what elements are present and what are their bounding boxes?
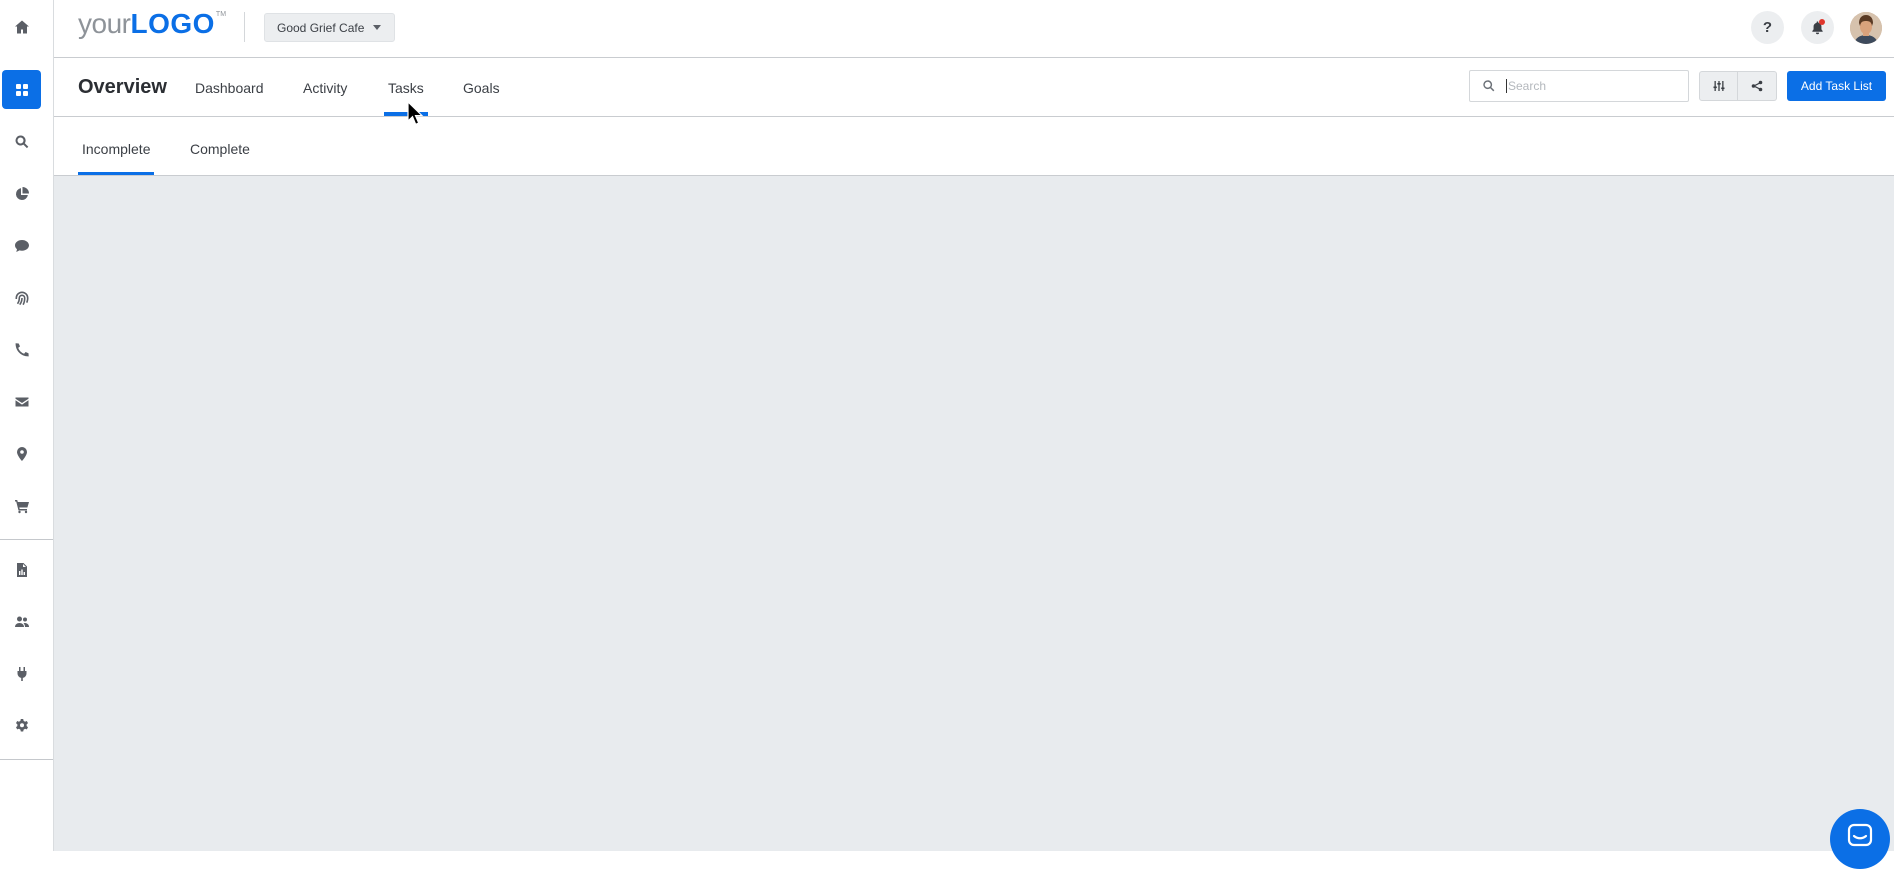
plug-icon: [17, 667, 26, 681]
tab-activity[interactable]: Activity: [303, 80, 347, 96]
notifications-button[interactable]: [1801, 11, 1834, 44]
rail-documents[interactable]: [0, 550, 43, 590]
brand-logo[interactable]: your LOGO TM: [78, 8, 226, 40]
add-task-list-button[interactable]: Add Task List: [1787, 71, 1886, 101]
report-file-icon: [16, 563, 27, 577]
logo-divider: [244, 12, 245, 42]
active-subtab-indicator: [78, 172, 154, 175]
phone-icon: [15, 343, 29, 357]
rail-divider: [0, 759, 53, 760]
chat-icon: [14, 240, 29, 252]
active-tab-indicator: [384, 112, 428, 116]
user-avatar-icon: [1850, 12, 1882, 44]
task-status-tabs: Incomplete Complete: [54, 117, 1894, 176]
tab-complete[interactable]: Complete: [190, 141, 250, 157]
search-icon: [15, 135, 28, 149]
home-icon: [14, 20, 29, 34]
fingerprint-icon: [15, 291, 28, 306]
top-bar: your LOGO TM Good Grief Cafe ?: [54, 0, 1894, 58]
main-content: [54, 176, 1894, 851]
rail-email[interactable]: [0, 382, 43, 422]
users-icon: [14, 616, 29, 627]
search-input[interactable]: [1506, 79, 1676, 93]
left-nav-rail: [0, 0, 54, 851]
business-select[interactable]: Good Grief Cafe: [264, 13, 396, 42]
avatar[interactable]: [1850, 12, 1882, 44]
caret-down-icon: [373, 25, 382, 30]
rail-home[interactable]: [0, 7, 43, 47]
sliders-icon: [1713, 81, 1724, 91]
rail-identity[interactable]: [0, 278, 43, 318]
chat-bubble-icon: [1847, 823, 1873, 847]
rail-calls[interactable]: [0, 330, 43, 370]
rail-divider: [0, 539, 53, 540]
business-select-label: Good Grief Cafe: [277, 20, 365, 35]
page-nav-bar: Overview Dashboard Activity Tasks Goals …: [54, 58, 1894, 117]
rail-locations[interactable]: [0, 434, 43, 474]
question-icon: ?: [1762, 19, 1773, 36]
rail-dashboard[interactable]: [2, 70, 41, 109]
rail-settings[interactable]: [0, 706, 43, 746]
filter-button[interactable]: [1699, 71, 1738, 101]
tab-goals[interactable]: Goals: [463, 80, 500, 96]
rail-messages[interactable]: [0, 226, 43, 266]
pie-chart-icon: [15, 187, 29, 201]
notification-dot: [1819, 19, 1825, 25]
share-icon: [1751, 80, 1763, 92]
share-button[interactable]: [1738, 71, 1777, 101]
gear-icon: [15, 719, 28, 732]
tab-incomplete[interactable]: Incomplete: [82, 141, 150, 157]
rail-commerce[interactable]: [0, 486, 43, 526]
view-options-group: [1699, 71, 1777, 101]
map-pin-icon: [16, 447, 27, 461]
tab-tasks[interactable]: Tasks: [388, 80, 424, 96]
chat-launcher-button[interactable]: [1830, 809, 1890, 869]
cart-icon: [14, 500, 29, 514]
tab-dashboard[interactable]: Dashboard: [195, 80, 264, 96]
help-button[interactable]: ?: [1751, 11, 1784, 44]
rail-users[interactable]: [0, 602, 43, 642]
search-icon: [1483, 80, 1495, 92]
rail-integrations[interactable]: [0, 654, 43, 694]
rail-search[interactable]: [0, 122, 43, 162]
page-title: Overview: [78, 76, 167, 98]
search-field[interactable]: [1469, 70, 1689, 102]
envelope-icon: [15, 397, 28, 407]
dashboard-grid-icon: [15, 83, 28, 96]
rail-reports[interactable]: [0, 174, 43, 214]
